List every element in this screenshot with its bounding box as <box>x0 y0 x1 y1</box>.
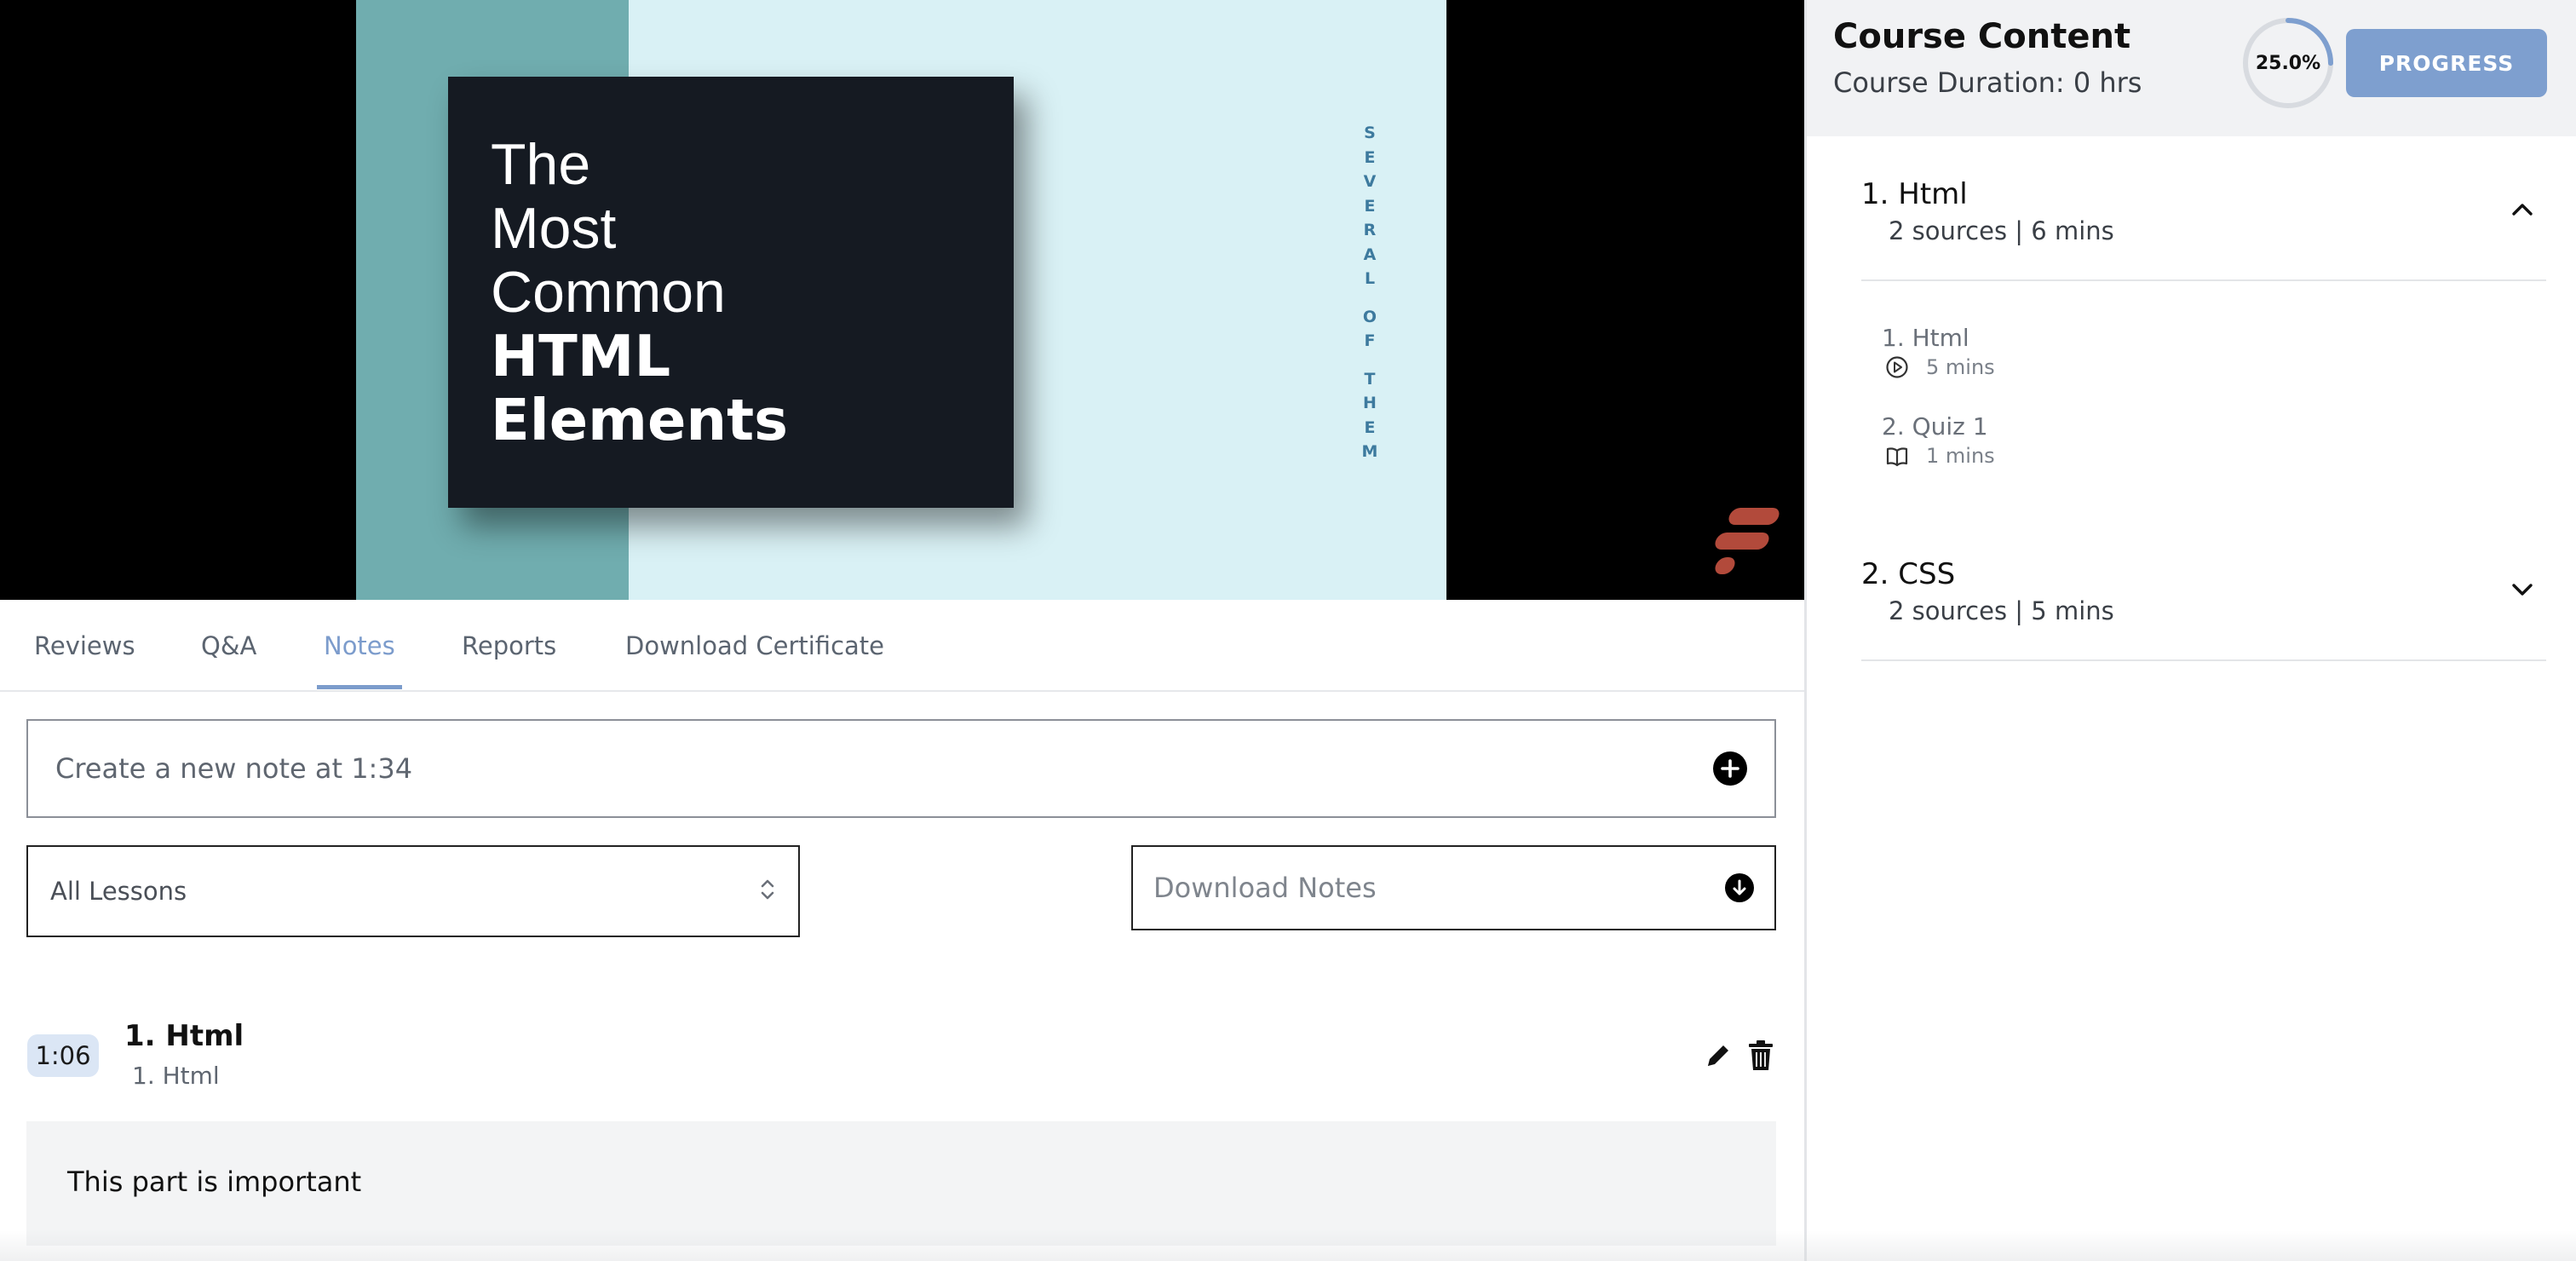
note-lesson-title: 1. Html <box>132 1062 220 1090</box>
course-section-css[interactable]: 2. CSS 2 sources | 5 mins <box>1861 557 2546 661</box>
note-content: This part is important <box>26 1121 1776 1246</box>
slide-vertical-letter: A <box>1363 245 1377 264</box>
slide-vertical-letter: S <box>1364 124 1376 142</box>
video-frame: The Most Common HTML Elements SEVERALOFT… <box>356 0 1446 600</box>
tab-reviews[interactable]: Reviews <box>34 600 135 692</box>
progress-button[interactable]: PROGRESS <box>2346 29 2547 97</box>
slide-vertical-letter: R <box>1363 221 1377 239</box>
section-title: 2. CSS <box>1861 557 1956 591</box>
download-notes-button[interactable]: Download Notes <box>1131 845 1776 930</box>
video-player[interactable]: The Most Common HTML Elements SEVERALOFT… <box>0 0 1804 600</box>
lesson-duration: 1 mins <box>1926 444 1995 468</box>
chevron-up-icon[interactable] <box>2510 201 2534 218</box>
section-divider <box>1861 279 2546 281</box>
new-note-input[interactable]: Create a new note at 1:34 <box>26 719 1776 818</box>
play-circle-icon <box>1886 356 1908 378</box>
up-down-chevron-icon <box>759 875 776 907</box>
trash-icon[interactable] <box>1746 1039 1775 1072</box>
pencil-icon[interactable] <box>1702 1039 1734 1072</box>
slide-vertical-letter: E <box>1364 196 1376 216</box>
slide-vertical-letter: T <box>1364 369 1376 389</box>
brand-logo-icon <box>1711 508 1782 576</box>
course-header: Course Content Course Duration: 0 hrs 25… <box>1807 0 2576 136</box>
active-tab-indicator <box>317 685 402 689</box>
lesson-filter-select[interactable]: All Lessons <box>26 845 800 937</box>
course-sidebar: Course Content Course Duration: 0 hrs 25… <box>1807 0 2576 1261</box>
slide-line: Most <box>491 196 617 261</box>
tab-qa[interactable]: Q&A <box>201 600 256 692</box>
download-notes-label: Download Notes <box>1153 872 1377 904</box>
slide-vertical-letter: E <box>1364 417 1376 437</box>
slide-line: The <box>491 132 591 197</box>
slide-vertical-letter: H <box>1363 394 1377 412</box>
slide-vertical-letter: E <box>1364 147 1376 167</box>
lesson-item[interactable]: 2. Quiz 1 1 mins <box>1882 412 1995 468</box>
slide-vertical-letter: O <box>1362 307 1377 326</box>
slide-vertical-letter: L <box>1364 269 1376 288</box>
slide-line: Common <box>491 260 726 325</box>
lesson-item[interactable]: 1. Html 5 mins <box>1882 324 1995 379</box>
slide-vertical-letter: V <box>1363 172 1377 191</box>
lesson-title: 2. Quiz 1 <box>1882 412 1988 440</box>
course-section-html[interactable]: 1. Html 2 sources | 6 mins <box>1861 177 2546 281</box>
note-timestamp[interactable]: 1:06 <box>27 1034 99 1077</box>
tab-reports[interactable]: Reports <box>462 600 556 692</box>
tab-notes[interactable]: Notes <box>324 600 395 692</box>
slide-vertical-text: SEVERALOFTHEM <box>1353 121 1387 464</box>
course-content-title: Course Content <box>1833 17 2131 56</box>
slide-title-card: The Most Common HTML Elements <box>448 77 1014 508</box>
lesson-title: 1. Html <box>1882 324 1969 352</box>
slide-line: Elements <box>491 387 789 453</box>
main-content: The Most Common HTML Elements SEVERALOFT… <box>0 0 1804 1261</box>
slide-vertical-letter: M <box>1361 442 1378 461</box>
book-open-icon <box>1886 447 1908 467</box>
progress-percent: 25.0% <box>2255 52 2321 74</box>
section-meta: 2 sources | 5 mins <box>1889 596 2114 625</box>
section-title: 1. Html <box>1861 177 1968 211</box>
arrow-down-circle-icon <box>1725 873 1754 902</box>
tab-bar: Reviews Q&A Notes Reports Download Certi… <box>0 600 1804 692</box>
new-note-placeholder: Create a new note at 1:34 <box>55 752 413 785</box>
chevron-down-icon[interactable] <box>2510 581 2534 598</box>
slide-line: HTML <box>491 323 671 389</box>
section-divider <box>1861 659 2546 661</box>
tab-download-certificate[interactable]: Download Certificate <box>625 600 884 692</box>
lesson-filter-value: All Lessons <box>50 877 187 906</box>
slide-vertical-letter: F <box>1364 331 1376 350</box>
plus-circle-icon[interactable] <box>1713 751 1747 786</box>
course-duration: Course Duration: 0 hrs <box>1833 66 2142 99</box>
lesson-duration: 5 mins <box>1926 355 1995 379</box>
section-meta: 2 sources | 6 mins <box>1889 216 2114 245</box>
note-section-title: 1. Html <box>124 1019 244 1053</box>
